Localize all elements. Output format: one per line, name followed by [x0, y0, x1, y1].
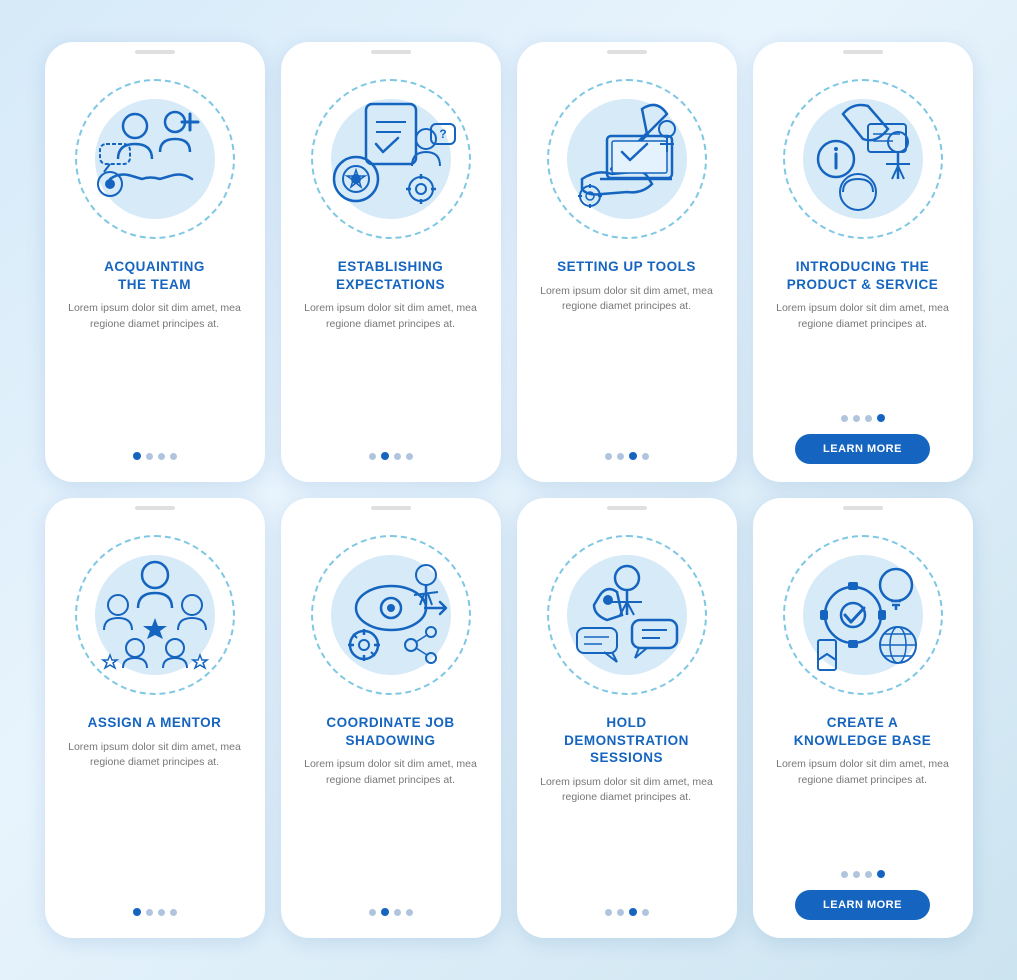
dot	[629, 452, 637, 460]
card-hold-demonstration: HOLDDEMONSTRATIONSESSIONS Lorem ipsum do…	[517, 498, 737, 938]
card-establishing-expectations: ? ESTABLISHINGEXPECTATIONS Lorem ipsum d…	[281, 42, 501, 482]
dot	[381, 452, 389, 460]
card-coordinate-job-shadowing: COORDINATE JOBSHADOWING Lorem ipsum dolo…	[281, 498, 501, 938]
dot	[617, 453, 624, 460]
pagination-dots	[841, 414, 885, 422]
card-desc: Lorem ipsum dolor sit dim amet, mea regi…	[769, 301, 957, 404]
card-desc: Lorem ipsum dolor sit dim amet, mea regi…	[297, 757, 485, 898]
dot	[381, 908, 389, 916]
dot	[642, 453, 649, 460]
dot	[133, 908, 141, 916]
card-title: HOLDDEMONSTRATIONSESSIONS	[564, 714, 689, 767]
illustration-mentor	[70, 530, 240, 700]
card-desc: Lorem ipsum dolor sit dim amet, mea regi…	[61, 301, 249, 442]
dot	[146, 909, 153, 916]
card-assign-mentor: ASSIGN A MENTOR Lorem ipsum dolor sit di…	[45, 498, 265, 938]
card-desc: Lorem ipsum dolor sit dim amet, mea regi…	[61, 740, 249, 898]
dot	[406, 909, 413, 916]
card-desc: Lorem ipsum dolor sit dim amet, mea regi…	[297, 301, 485, 442]
pagination-dots	[133, 452, 177, 460]
dot	[170, 453, 177, 460]
dot	[865, 871, 872, 878]
card-acquainting-team: ACQUAINTINGTHE TEAM Lorem ipsum dolor si…	[45, 42, 265, 482]
pagination-dots	[369, 452, 413, 460]
card-desc: Lorem ipsum dolor sit dim amet, mea regi…	[533, 284, 721, 442]
dot	[406, 453, 413, 460]
dot	[629, 908, 637, 916]
card-create-knowledge-base: CREATE AKNOWLEDGE BASE Lorem ipsum dolor…	[753, 498, 973, 938]
card-setting-up-tools: SETTING UP TOOLS Lorem ipsum dolor sit d…	[517, 42, 737, 482]
illustration-product	[778, 74, 948, 244]
dot	[853, 415, 860, 422]
dot	[841, 871, 848, 878]
card-title: ASSIGN A MENTOR	[88, 714, 222, 732]
dot	[394, 453, 401, 460]
learn-more-button-knowledge[interactable]: LEARN MORE	[795, 890, 930, 920]
dot	[642, 909, 649, 916]
dot	[877, 414, 885, 422]
illustration-shadowing	[306, 530, 476, 700]
card-introducing-product: INTRODUCING THEPRODUCT & SERVICE Lorem i…	[753, 42, 973, 482]
illustration-tools	[542, 74, 712, 244]
pagination-dots	[841, 870, 885, 878]
dot	[841, 415, 848, 422]
pagination-dots	[369, 908, 413, 916]
card-desc: Lorem ipsum dolor sit dim amet, mea regi…	[533, 775, 721, 898]
dot	[605, 453, 612, 460]
svg-text:?: ?	[439, 127, 446, 141]
illustration-demonstration	[542, 530, 712, 700]
dot	[369, 453, 376, 460]
dot	[170, 909, 177, 916]
card-title: CREATE AKNOWLEDGE BASE	[794, 714, 932, 749]
pagination-dots	[605, 452, 649, 460]
dot	[877, 870, 885, 878]
dot	[853, 871, 860, 878]
card-title: SETTING UP TOOLS	[557, 258, 696, 276]
card-desc: Lorem ipsum dolor sit dim amet, mea regi…	[769, 757, 957, 860]
dot	[369, 909, 376, 916]
illustration-knowledge	[778, 530, 948, 700]
dot	[158, 909, 165, 916]
dot	[617, 909, 624, 916]
card-title: ACQUAINTINGTHE TEAM	[104, 258, 205, 293]
dot	[158, 453, 165, 460]
pagination-dots	[133, 908, 177, 916]
card-title: COORDINATE JOBSHADOWING	[326, 714, 454, 749]
dot	[605, 909, 612, 916]
dot	[394, 909, 401, 916]
learn-more-button-product[interactable]: LEARN MORE	[795, 434, 930, 464]
dot	[865, 415, 872, 422]
pagination-dots	[605, 908, 649, 916]
cards-grid: ACQUAINTINGTHE TEAM Lorem ipsum dolor si…	[25, 22, 993, 958]
card-title: INTRODUCING THEPRODUCT & SERVICE	[787, 258, 939, 293]
illustration-team	[70, 74, 240, 244]
dot	[133, 452, 141, 460]
dot	[146, 453, 153, 460]
card-title: ESTABLISHINGEXPECTATIONS	[336, 258, 445, 293]
illustration-expectations: ?	[306, 74, 476, 244]
